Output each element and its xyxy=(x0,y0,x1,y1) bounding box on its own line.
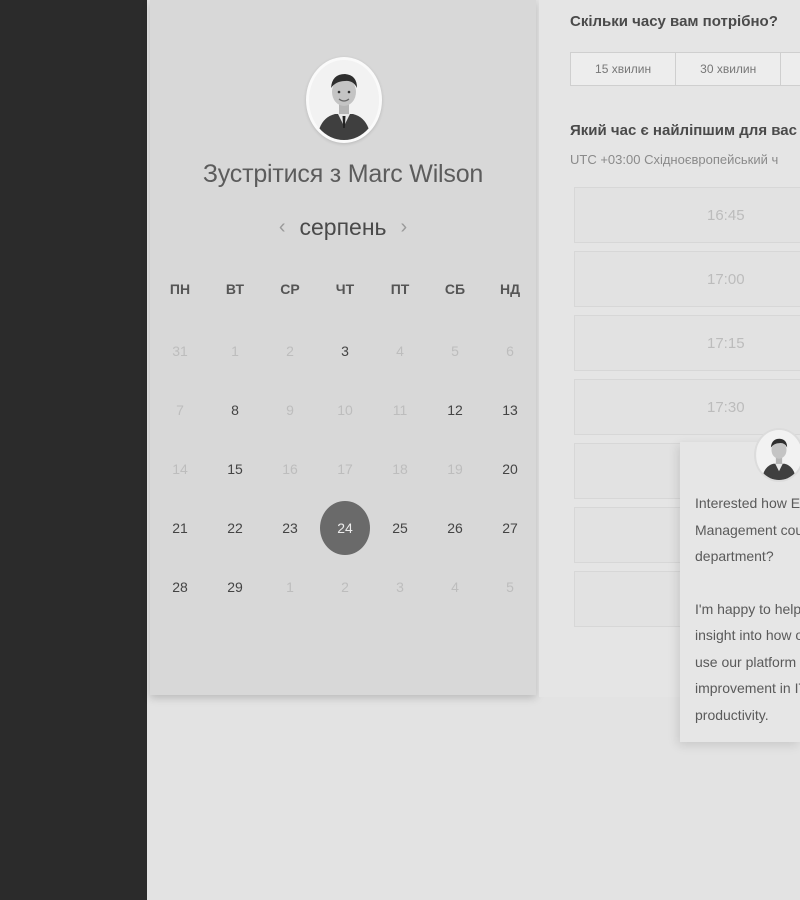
calendar-day: 1 xyxy=(286,579,294,595)
calendar-day[interactable]: 12 xyxy=(435,400,475,420)
calendar-day[interactable]: 25 xyxy=(380,518,420,538)
calendar-day: 2 xyxy=(286,343,294,359)
calendar-day[interactable]: 26 xyxy=(435,518,475,538)
chat-agent-avatar xyxy=(754,428,800,482)
time-question: Який час є найліпшим для вас xyxy=(570,122,797,139)
weekday-header: ПТ xyxy=(390,281,410,297)
weekday-header: ПН xyxy=(169,281,191,297)
calendar-day: 5 xyxy=(506,579,514,595)
host-avatar xyxy=(306,57,382,143)
meeting-title: Зустрітися з Marc Wilson xyxy=(202,160,484,188)
calendar-day[interactable]: 15 xyxy=(215,459,255,479)
time-slot[interactable]: 16:45 xyxy=(574,187,800,243)
calendar-day: 31 xyxy=(172,343,188,359)
calendar-day: 5 xyxy=(451,343,459,359)
duration-option-15[interactable]: 15 хвилин xyxy=(571,53,677,85)
chat-line: use our platform t xyxy=(695,653,800,670)
dark-sidebar xyxy=(0,0,147,900)
time-slot-label: 16:45 xyxy=(707,207,745,224)
calendar-day[interactable]: 28 xyxy=(160,577,200,597)
chat-line: insight into how o xyxy=(695,627,800,643)
calendar-day: 18 xyxy=(392,461,408,477)
weekday-header: НД xyxy=(499,281,521,297)
calendar-day: 10 xyxy=(337,402,353,418)
calendar-day[interactable]: 21 xyxy=(160,518,200,538)
calendar-day: 17 xyxy=(337,461,353,477)
time-slot-label: 17:00 xyxy=(707,271,745,288)
time-slot-label: 17:30 xyxy=(707,399,745,416)
chat-message: Interested how Ex Management cou departm… xyxy=(695,490,800,728)
calendar-day[interactable]: 13 xyxy=(490,400,530,420)
chevron-left-icon[interactable]: ‹ xyxy=(279,217,286,237)
chat-line: I'm happy to help xyxy=(695,600,800,617)
calendar-day[interactable]: 22 xyxy=(215,518,255,538)
calendar-day[interactable]: 27 xyxy=(490,518,530,538)
timezone-label[interactable]: UTC +03:00 Східноєвропейський ч xyxy=(570,152,800,167)
chat-line: productivity. xyxy=(695,706,769,723)
calendar-day: 2 xyxy=(341,579,349,595)
chat-line: Management cou xyxy=(695,521,800,538)
time-slot[interactable]: 17:00 xyxy=(574,251,800,307)
duration-selector: 15 хвилин 30 хвилин xyxy=(570,52,800,86)
duration-question: Скільки часу вам потрібно? xyxy=(570,13,778,30)
calendar-day: 14 xyxy=(172,461,188,477)
time-slot[interactable]: 17:30 xyxy=(574,379,800,435)
weekday-header: ВТ xyxy=(225,281,245,297)
chevron-right-icon[interactable]: › xyxy=(401,217,408,237)
calendar-day: 19 xyxy=(447,461,463,477)
weekday-header: СР xyxy=(280,281,300,297)
month-navigation: ‹ серпень › xyxy=(150,212,536,242)
calendar-panel: Зустрітися з Marc Wilson ‹ серпень › ПН … xyxy=(150,0,536,695)
duration-option-30[interactable]: 30 хвилин xyxy=(676,53,782,85)
calendar-day[interactable]: 29 xyxy=(215,577,255,597)
time-slot[interactable]: 17:15 xyxy=(574,315,800,371)
calendar-day: 3 xyxy=(396,579,404,595)
calendar-day: 11 xyxy=(392,402,408,418)
calendar-day: 9 xyxy=(286,402,294,418)
calendar-day[interactable]: 23 xyxy=(270,518,310,538)
weekday-header: ЧТ xyxy=(335,281,355,297)
duration-option-more[interactable] xyxy=(781,53,800,85)
chat-line: Interested how Ex xyxy=(695,495,800,511)
time-slot-label: 17:15 xyxy=(707,335,745,352)
calendar-day: 7 xyxy=(176,402,184,418)
calendar-day-selected[interactable]: 24 xyxy=(320,501,370,555)
chat-line: improvement in IT xyxy=(695,680,800,696)
calendar-day[interactable]: 20 xyxy=(490,459,530,479)
chat-line: department? xyxy=(695,548,774,564)
calendar-day[interactable]: 8 xyxy=(215,400,255,420)
weekday-header: СБ xyxy=(444,281,466,297)
calendar-day: 16 xyxy=(282,461,298,477)
month-label: серпень xyxy=(299,213,387,240)
calendar-day: 4 xyxy=(451,579,459,595)
calendar-day: 4 xyxy=(396,343,404,359)
calendar-day: 1 xyxy=(231,343,239,359)
calendar-day: 6 xyxy=(506,343,514,359)
calendar-day[interactable]: 3 xyxy=(325,341,365,361)
